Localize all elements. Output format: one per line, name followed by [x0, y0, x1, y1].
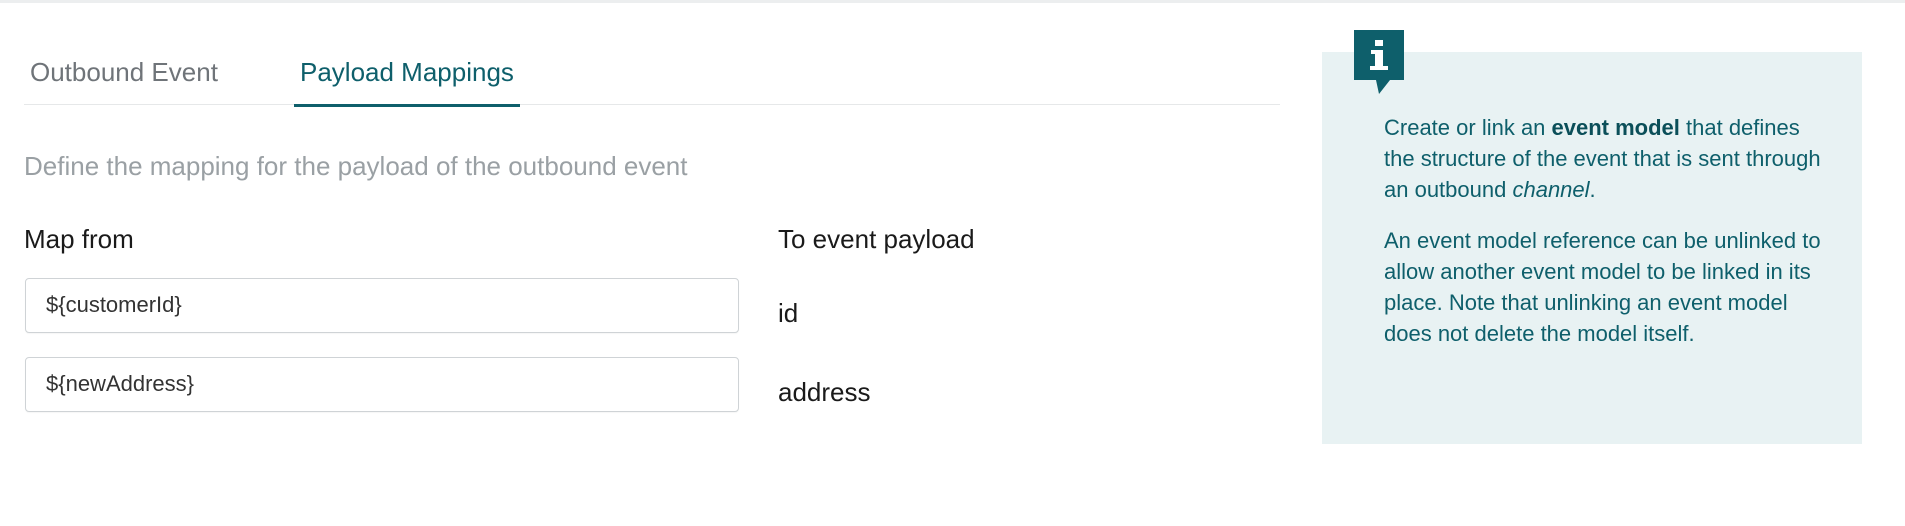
info-p1-after: .	[1589, 177, 1596, 202]
map-from-field-id[interactable]: ${customerId}	[25, 278, 739, 333]
payload-target-id: id	[778, 298, 799, 328]
top-divider	[0, 0, 1905, 3]
tab-outbound-event[interactable]: Outbound Event	[30, 44, 218, 104]
section-description: Define the mapping for the payload of th…	[24, 151, 688, 181]
map-from-header: Map from	[24, 224, 134, 254]
info-p1-italic: channel	[1512, 177, 1590, 202]
map-from-field-address[interactable]: ${newAddress}	[25, 357, 739, 412]
info-icon	[1354, 30, 1404, 94]
tab-payload-mappings[interactable]: Payload Mappings	[294, 44, 520, 107]
info-p1-before: Create or link an	[1384, 115, 1552, 140]
info-paragraph-2: An event model reference can be unlinked…	[1384, 228, 1821, 346]
tab-bar: Outbound Event Payload Mappings	[24, 44, 1280, 107]
payload-target-address: address	[778, 377, 871, 407]
info-paragraph-1: Create or link an event model that defin…	[1384, 112, 1824, 205]
info-text: Create or link an event model that defin…	[1384, 112, 1824, 369]
to-event-payload-header: To event payload	[778, 224, 975, 254]
info-p1-bold: event model	[1551, 115, 1680, 140]
